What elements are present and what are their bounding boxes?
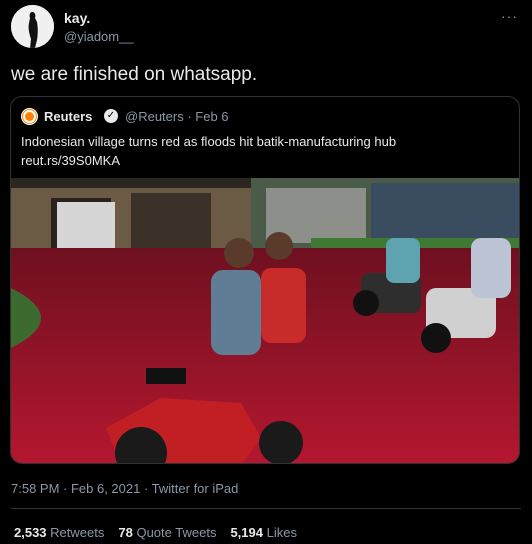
likes-label: Likes bbox=[266, 525, 297, 540]
tweet-text: we are finished on whatsapp. bbox=[11, 64, 258, 85]
quote-tweets-stat[interactable]: 78 Quote Tweets bbox=[118, 525, 216, 540]
quoted-headline: Indonesian village turns red as floods h… bbox=[21, 134, 397, 149]
quote-tweets-label: Quote Tweets bbox=[136, 525, 217, 540]
quoted-text: Indonesian village turns red as floods h… bbox=[21, 132, 511, 170]
quoted-author-handle: @Reuters · Feb 6 bbox=[125, 109, 229, 124]
likes-stat[interactable]: 5,194 Likes bbox=[230, 525, 297, 540]
quote-tweets-count: 78 bbox=[118, 525, 133, 540]
more-options-icon[interactable]: ··· bbox=[501, 8, 518, 24]
divider bbox=[11, 508, 521, 509]
quoted-link[interactable]: reut.rs/39S0MKA bbox=[21, 151, 511, 170]
retweets-count: 2,533 bbox=[14, 525, 47, 540]
likes-count: 5,194 bbox=[230, 525, 263, 540]
quoted-tweet[interactable]: Reuters ✓ @Reuters · Feb 6 Indonesian vi… bbox=[10, 96, 520, 464]
quoted-author-name: Reuters bbox=[44, 109, 93, 124]
flood-photo[interactable] bbox=[11, 178, 520, 464]
retweets-stat[interactable]: 2,533 Retweets bbox=[14, 525, 104, 540]
author-name[interactable]: kay. bbox=[64, 10, 90, 26]
author-handle[interactable]: @yiadom__ bbox=[64, 29, 134, 44]
tweet-timestamp[interactable]: 7:58 PM · Feb 6, 2021 · Twitter for iPad bbox=[11, 481, 238, 496]
engagement-stats: 2,533 Retweets 78 Quote Tweets 5,194 Lik… bbox=[14, 525, 297, 540]
reuters-logo-icon bbox=[21, 108, 38, 125]
author-avatar[interactable] bbox=[11, 5, 54, 48]
verified-badge-icon: ✓ bbox=[104, 109, 118, 123]
retweets-label: Retweets bbox=[50, 525, 105, 540]
